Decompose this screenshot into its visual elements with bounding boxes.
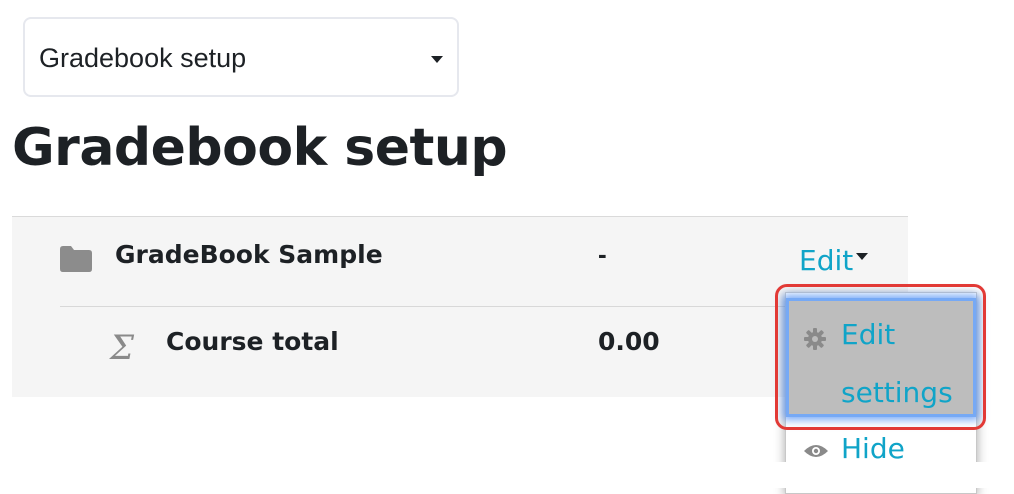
folder-icon xyxy=(60,246,92,272)
screenshot-crop-edge xyxy=(0,462,1014,488)
gradebook-nav-select[interactable]: Gradebook setup xyxy=(23,17,459,97)
menu-item-label: settings xyxy=(841,376,953,409)
category-value: - xyxy=(598,239,607,269)
gradebook-setup-table: GradeBook Sample - Edit Σ Course total 0… xyxy=(12,216,908,397)
row-divider xyxy=(60,306,908,307)
caret-down-icon[interactable] xyxy=(856,253,868,260)
menu-item-label: Edit xyxy=(841,318,896,351)
gradebook-nav-select-value: Gradebook setup xyxy=(39,43,247,73)
gear-icon xyxy=(804,328,826,350)
chevron-down-icon xyxy=(431,56,443,63)
eye-icon xyxy=(804,445,828,457)
course-total-name: Course total xyxy=(166,327,339,356)
sigma-icon: Σ xyxy=(110,328,135,368)
menu-item-edit-settings[interactable]: Edit settings xyxy=(786,298,976,417)
edit-menu-toggle[interactable]: Edit xyxy=(799,244,853,277)
category-name: GradeBook Sample xyxy=(115,240,383,269)
course-total-value: 0.00 xyxy=(598,327,660,356)
page-title: Gradebook setup xyxy=(12,118,508,178)
menu-item-label: Hide xyxy=(841,432,905,465)
